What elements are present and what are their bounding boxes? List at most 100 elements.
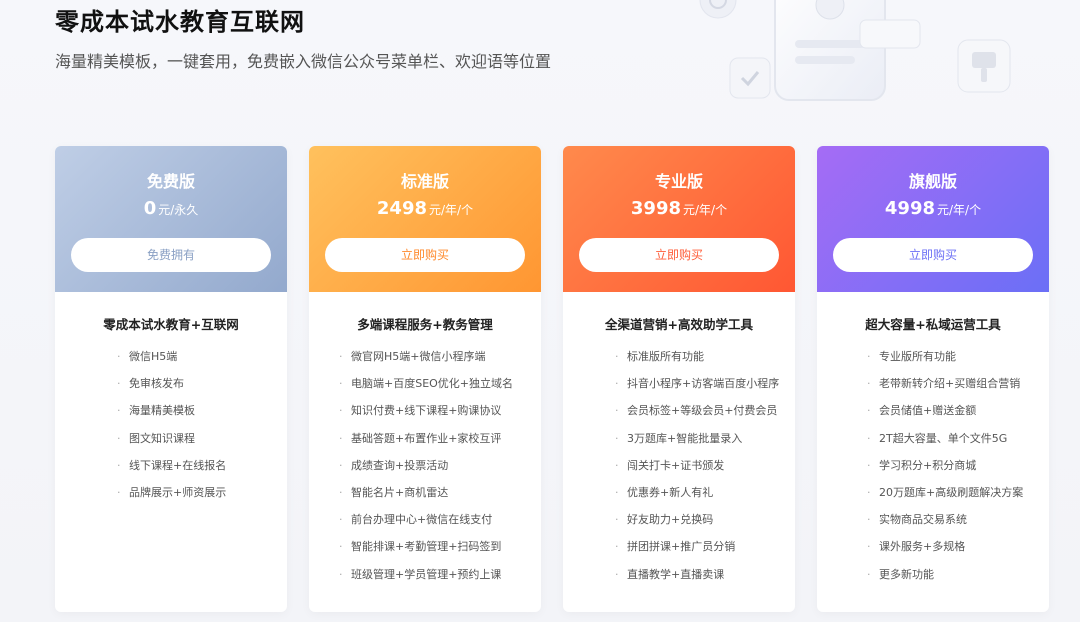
price-unit: 元/年/个 — [683, 203, 728, 217]
bullet-icon: · — [117, 377, 121, 391]
feature-list: · 微信H5端 · 免审核发布 · 海量精美模板 · 图文知识课程 · 线下课程+在线报名… — [55, 343, 287, 506]
price-unit: 元/年/个 — [937, 203, 982, 217]
bullet-icon: · — [339, 567, 343, 581]
price-amount: 3998 — [630, 198, 681, 219]
get-free-button[interactable]: 免费拥有 — [71, 238, 271, 272]
feature-item: · 海量精美模板 — [55, 397, 287, 424]
bullet-icon: · — [615, 486, 619, 500]
bullet-icon: · — [615, 540, 619, 554]
bullet-icon: · — [339, 513, 343, 527]
feature-item: · 免审核发布 — [55, 370, 287, 397]
bullet-icon: · — [339, 377, 343, 391]
bullet-icon: · — [339, 540, 343, 554]
bullet-icon: · — [867, 486, 871, 500]
feature-item: · 3万题库+智能批量录入 — [563, 425, 795, 452]
feature-item: · 线下课程+在线报名 — [55, 452, 287, 479]
feature-item: · 好友助力+兑换码 — [563, 506, 795, 533]
bullet-icon: · — [867, 540, 871, 554]
bullet-icon: · — [339, 486, 343, 500]
feature-item: · 智能名片+商机雷达 — [309, 479, 541, 506]
bullet-icon: · — [117, 431, 121, 445]
feature-item: · 20万题库+高级刷题解决方案 — [817, 479, 1049, 506]
decorative-phone-illustration — [699, 0, 1011, 101]
price-unit: 元/年/个 — [429, 203, 474, 217]
feature-item: · 2T超大容量、单个文件5G — [817, 425, 1049, 452]
bullet-icon: · — [117, 486, 121, 500]
bullet-icon: · — [615, 567, 619, 581]
feature-item: · 品牌展示+师资展示 — [55, 479, 287, 506]
bullet-icon: · — [615, 431, 619, 445]
feature-item: · 电脑端+百度SEO优化+独立域名 — [309, 370, 541, 397]
bullet-icon: · — [867, 404, 871, 418]
price-amount: 4998 — [884, 198, 935, 219]
plan-name: 旗舰版 — [908, 172, 957, 191]
feature-item: · 图文知识课程 — [55, 425, 287, 452]
bullet-icon: · — [867, 567, 871, 581]
plan-name: 标准版 — [400, 172, 449, 191]
plan-header: 旗舰版 4998 元/年/个 立即购买 — [817, 146, 1049, 292]
feature-item: · 闯关打卡+证书颁发 — [563, 452, 795, 479]
feature-item: · 学习积分+积分商城 — [817, 452, 1049, 479]
feature-item: · 知识付费+线下课程+购课协议 — [309, 397, 541, 424]
bullet-icon: · — [615, 513, 619, 527]
bullet-icon: · — [867, 377, 871, 391]
bullet-icon: · — [615, 350, 619, 363]
feature-item: · 基础答题+布置作业+家校互评 — [309, 425, 541, 452]
buy-now-button[interactable]: 立即购买 — [579, 238, 779, 272]
feature-item: · 班级管理+学员管理+预约上课 — [309, 561, 541, 588]
plan-body: 全渠道营销+高效助学工具 · 标准版所有功能 · 抖音小程序+访客端百度小程序 · 会… — [563, 292, 795, 588]
bullet-icon: · — [339, 431, 343, 445]
plan-headline: 零成本试水教育+互联网 — [103, 317, 239, 332]
plan-price: 3998 元/年/个 — [563, 198, 795, 219]
page-subtitle: 海量精美模板，一键套用，免费嵌入微信公众号菜单栏、欢迎语等位置 — [55, 52, 552, 71]
feature-item: · 微官网H5端+微信小程序端 — [309, 343, 541, 370]
feature-item: · 标准版所有功能 — [563, 343, 795, 370]
plan-headline: 超大容量+私域运营工具 — [865, 317, 1001, 332]
bullet-icon: · — [117, 350, 121, 363]
plan-header: 专业版 3998 元/年/个 立即购买 — [563, 146, 795, 292]
bullet-icon: · — [867, 458, 871, 472]
plan-name: 专业版 — [654, 172, 703, 191]
feature-item: · 直播教学+直播卖课 — [563, 561, 795, 588]
feature-item: · 会员储值+赠送金额 — [817, 397, 1049, 424]
feature-item: · 微信H5端 — [55, 343, 287, 370]
plan-price: 2498 元/年/个 — [309, 198, 541, 219]
feature-list: · 微官网H5端+微信小程序端 · 电脑端+百度SEO优化+独立域名 · 知识付费+线… — [309, 343, 541, 588]
bullet-icon: · — [117, 458, 121, 472]
buy-now-button[interactable]: 立即购买 — [833, 238, 1033, 272]
feature-list: · 标准版所有功能 · 抖音小程序+访客端百度小程序 · 会员标签+等级会员+付费会员… — [563, 343, 795, 588]
buy-now-button[interactable]: 立即购买 — [325, 238, 525, 272]
feature-item: · 抖音小程序+访客端百度小程序 — [563, 370, 795, 397]
bullet-icon: · — [867, 431, 871, 445]
plan-card-pro: 专业版 3998 元/年/个 立即购买 全渠道营销+高效助学工具 · 标准版所有功能… — [563, 146, 795, 612]
plan-card-flagship: 旗舰版 4998 元/年/个 立即购买 超大容量+私域运营工具 · 专业版所有功能 … — [817, 146, 1049, 612]
feature-item: · 专业版所有功能 — [817, 343, 1049, 370]
pricing-plans: 免费版 0 元/永久 免费拥有 零成本试水教育+互联网 · 微信H5端 · 免审核发布… — [55, 146, 1049, 612]
plan-body: 多端课程服务+教务管理 · 微官网H5端+微信小程序端 · 电脑端+百度SEO优化+… — [309, 292, 541, 588]
page-title: 零成本试水教育互联网 — [55, 8, 305, 36]
bullet-icon: · — [867, 350, 871, 363]
plan-header: 标准版 2498 元/年/个 立即购买 — [309, 146, 541, 292]
feature-item: · 实物商品交易系统 — [817, 506, 1049, 533]
plan-headline: 多端课程服务+教务管理 — [357, 317, 493, 332]
feature-item: · 拼团拼课+推广员分销 — [563, 533, 795, 560]
price-unit: 元/永久 — [158, 203, 199, 217]
feature-item: · 成绩查询+投票活动 — [309, 452, 541, 479]
bullet-icon: · — [339, 350, 343, 363]
feature-item: · 老带新转介绍+买赠组合营销 — [817, 370, 1049, 397]
price-amount: 2498 — [376, 198, 427, 219]
bullet-icon: · — [615, 377, 619, 391]
bullet-icon: · — [615, 458, 619, 472]
feature-item: · 课外服务+多规格 — [817, 533, 1049, 560]
bullet-icon: · — [615, 404, 619, 418]
plan-price: 4998 元/年/个 — [817, 198, 1049, 219]
plan-card-standard: 标准版 2498 元/年/个 立即购买 多端课程服务+教务管理 · 微官网H5端+微… — [309, 146, 541, 612]
plan-body: 超大容量+私域运营工具 · 专业版所有功能 · 老带新转介绍+买赠组合营销 · 会员储… — [817, 292, 1049, 588]
plan-headline: 全渠道营销+高效助学工具 — [605, 317, 753, 332]
feature-item: · 智能排课+考勤管理+扫码签到 — [309, 533, 541, 560]
plan-price: 0 元/永久 — [55, 198, 287, 219]
feature-item: · 更多新功能 — [817, 561, 1049, 588]
feature-item: · 前台办理中心+微信在线支付 — [309, 506, 541, 533]
plan-name: 免费版 — [146, 172, 195, 191]
plan-header: 免费版 0 元/永久 免费拥有 — [55, 146, 287, 292]
